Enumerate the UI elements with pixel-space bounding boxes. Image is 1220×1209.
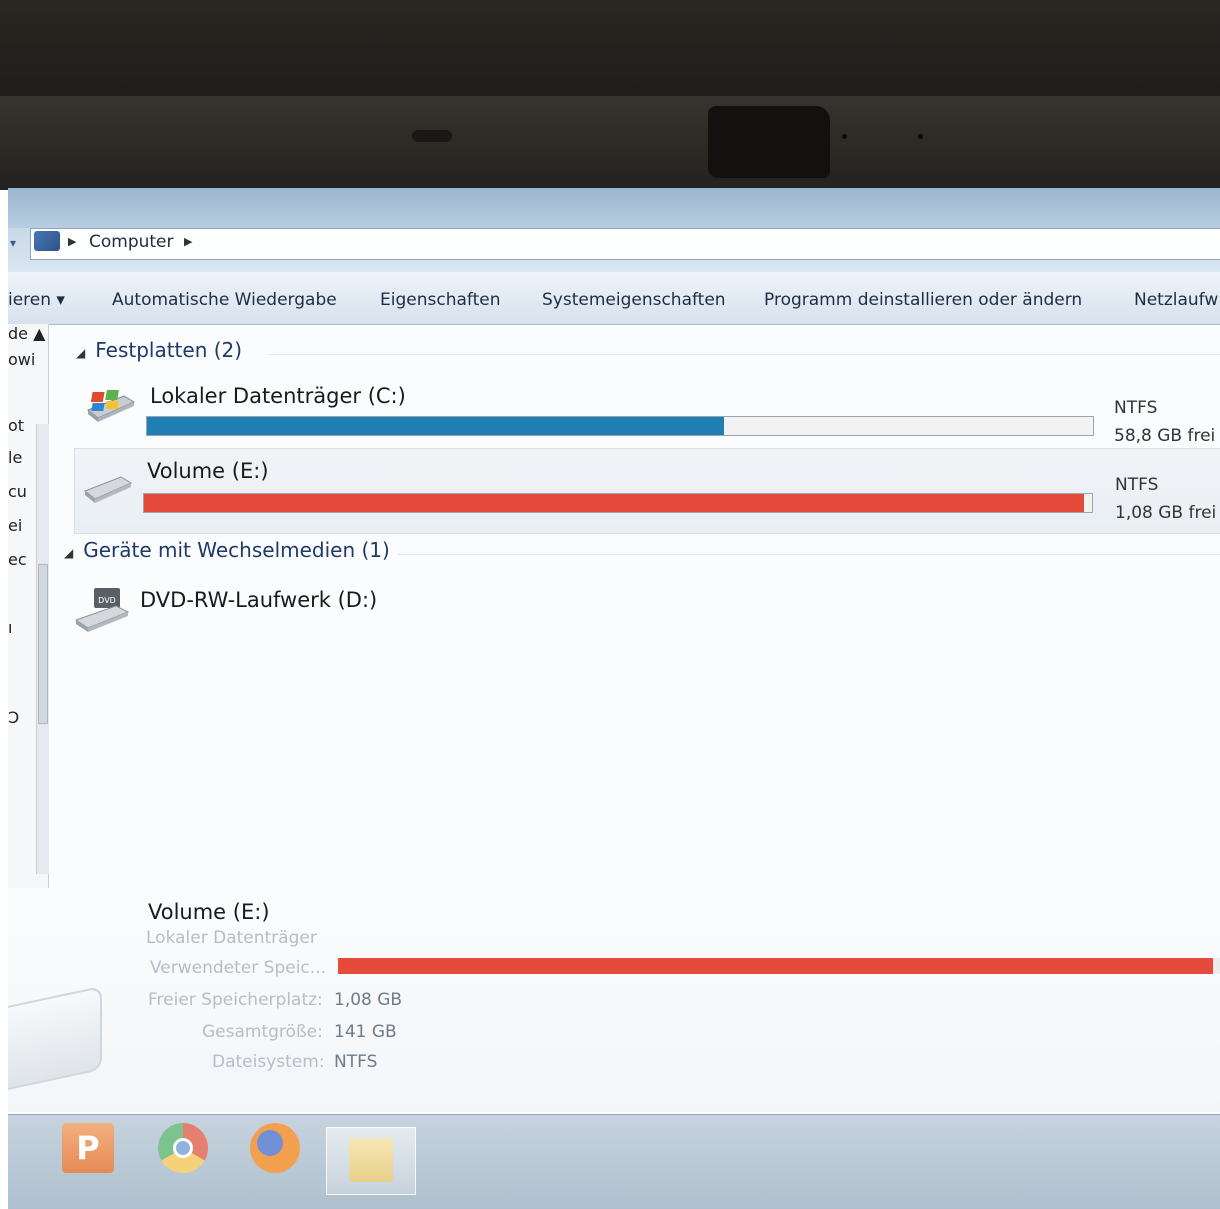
- drive-filesystem: NTFS: [1114, 398, 1158, 418]
- breadcrumb-separator-icon[interactable]: ▶: [68, 235, 76, 248]
- details-fs-label: Dateisystem:: [212, 1052, 325, 1072]
- details-free-label: Freier Speicherplatz:: [148, 990, 323, 1010]
- title-bar: [8, 188, 1220, 228]
- group-divider: [398, 554, 1220, 555]
- drive-tile-e[interactable]: Volume (E:) NTFS 1,08 GB frei: [74, 448, 1220, 534]
- capacity-bar-fill: [147, 417, 725, 435]
- capacity-bar-fill: [144, 494, 1085, 512]
- computer-location-icon: [34, 231, 60, 251]
- bezel-slot: [412, 130, 452, 142]
- drive-filesystem: NTFS: [1115, 475, 1159, 495]
- drive-name: Volume (E:): [147, 459, 269, 483]
- details-free-value: 1,08 GB: [334, 990, 403, 1010]
- capacity-bar: [143, 493, 1093, 513]
- details-capacity-bar-fill: [338, 958, 1213, 974]
- details-pane: Volume (E:) Lokaler Datenträger Verwende…: [8, 888, 1220, 1112]
- taskbar: P: [8, 1114, 1220, 1209]
- details-title: Volume (E:): [148, 900, 270, 924]
- address-field[interactable]: [30, 228, 1220, 260]
- drive-tile-d[interactable]: DVD DVD-RW-Laufwerk (D:): [68, 584, 468, 640]
- nav-item[interactable]: le: [8, 448, 22, 467]
- drive-free-space: 1,08 GB frei: [1115, 503, 1217, 523]
- group-header-hard-disks[interactable]: ◢ Festplatten (2): [76, 338, 242, 362]
- details-type: Lokaler Datenträger: [146, 928, 317, 948]
- organize-menu[interactable]: ieren ▾: [8, 290, 65, 310]
- explorer-window: ▾ ▶ Computer ▶ ieren ▾ Automatische Wied…: [8, 188, 1220, 1209]
- nav-item[interactable]: ei: [8, 516, 22, 535]
- breadcrumb-computer[interactable]: Computer: [89, 232, 174, 252]
- recent-pages-chevron-icon[interactable]: ▾: [10, 236, 16, 250]
- properties-button[interactable]: Eigenschaften: [380, 290, 500, 310]
- nav-item[interactable]: ı: [8, 618, 12, 637]
- webcam-dot: [842, 134, 847, 139]
- nav-scrollbar-thumb[interactable]: [38, 564, 48, 724]
- nav-item[interactable]: owi: [8, 350, 35, 369]
- webcam-tape: [708, 106, 830, 178]
- hard-drive-icon: [84, 476, 133, 503]
- nav-item[interactable]: Ↄ: [8, 708, 19, 727]
- autoplay-button[interactable]: Automatische Wiedergabe: [112, 290, 337, 310]
- drive-name: DVD-RW-Laufwerk (D:): [140, 588, 378, 612]
- collapse-triangle-icon[interactable]: ◢: [76, 346, 85, 360]
- group-title: Festplatten (2): [95, 338, 243, 362]
- chrome-icon[interactable]: [158, 1123, 208, 1173]
- dvd-drive-icon: DVD: [74, 588, 130, 632]
- map-network-drive-button[interactable]: Netzlaufw: [1134, 290, 1218, 310]
- system-properties-button[interactable]: Systemeigenschaften: [542, 290, 726, 310]
- details-fs-value: NTFS: [334, 1052, 378, 1072]
- breadcrumb-chevron-icon[interactable]: ▶: [184, 235, 192, 248]
- details-total-label: Gesamtgröße:: [202, 1022, 323, 1042]
- collapse-triangle-icon[interactable]: ◢: [64, 546, 73, 560]
- nav-item[interactable]: ec: [8, 550, 27, 569]
- details-capacity-bar: [338, 958, 1220, 974]
- nav-scrollbar[interactable]: [36, 424, 49, 874]
- uninstall-program-button[interactable]: Programm deinstallieren oder ändern: [764, 290, 1082, 310]
- bezel-lip: [0, 96, 1220, 190]
- nav-item[interactable]: ot: [8, 416, 24, 435]
- drive-free-space: 58,8 GB frei: [1114, 426, 1216, 446]
- powerpoint-icon[interactable]: P: [62, 1123, 114, 1173]
- drive-name: Lokaler Datenträger (C:): [150, 384, 406, 408]
- nav-item[interactable]: de ▲: [8, 324, 45, 343]
- taskbar-button-explorer[interactable]: [326, 1127, 416, 1195]
- sensor-dot: [918, 134, 923, 139]
- command-bar: ieren ▾ Automatische Wiedergabe Eigensch…: [8, 272, 1220, 325]
- nav-item[interactable]: cu: [8, 482, 27, 501]
- details-used-label: Verwendeter Speic...: [150, 958, 326, 978]
- large-drive-icon: [8, 985, 102, 1095]
- group-header-removable[interactable]: ◢ Geräte mit Wechselmedien (1): [64, 538, 390, 562]
- group-title: Geräte mit Wechselmedien (1): [83, 538, 390, 562]
- details-total-value: 141 GB: [334, 1022, 397, 1042]
- explorer-icon: [349, 1138, 393, 1182]
- dvd-icon-label: DVD: [98, 596, 116, 605]
- drive-tile-c[interactable]: Lokaler Datenträger (C:) NTFS 58,8 GB fr…: [78, 378, 1220, 446]
- laptop-bezel: [0, 0, 1220, 190]
- system-drive-icon: [87, 390, 136, 422]
- capacity-bar: [146, 416, 1094, 436]
- firefox-icon[interactable]: [250, 1123, 300, 1173]
- group-divider: [268, 354, 1220, 355]
